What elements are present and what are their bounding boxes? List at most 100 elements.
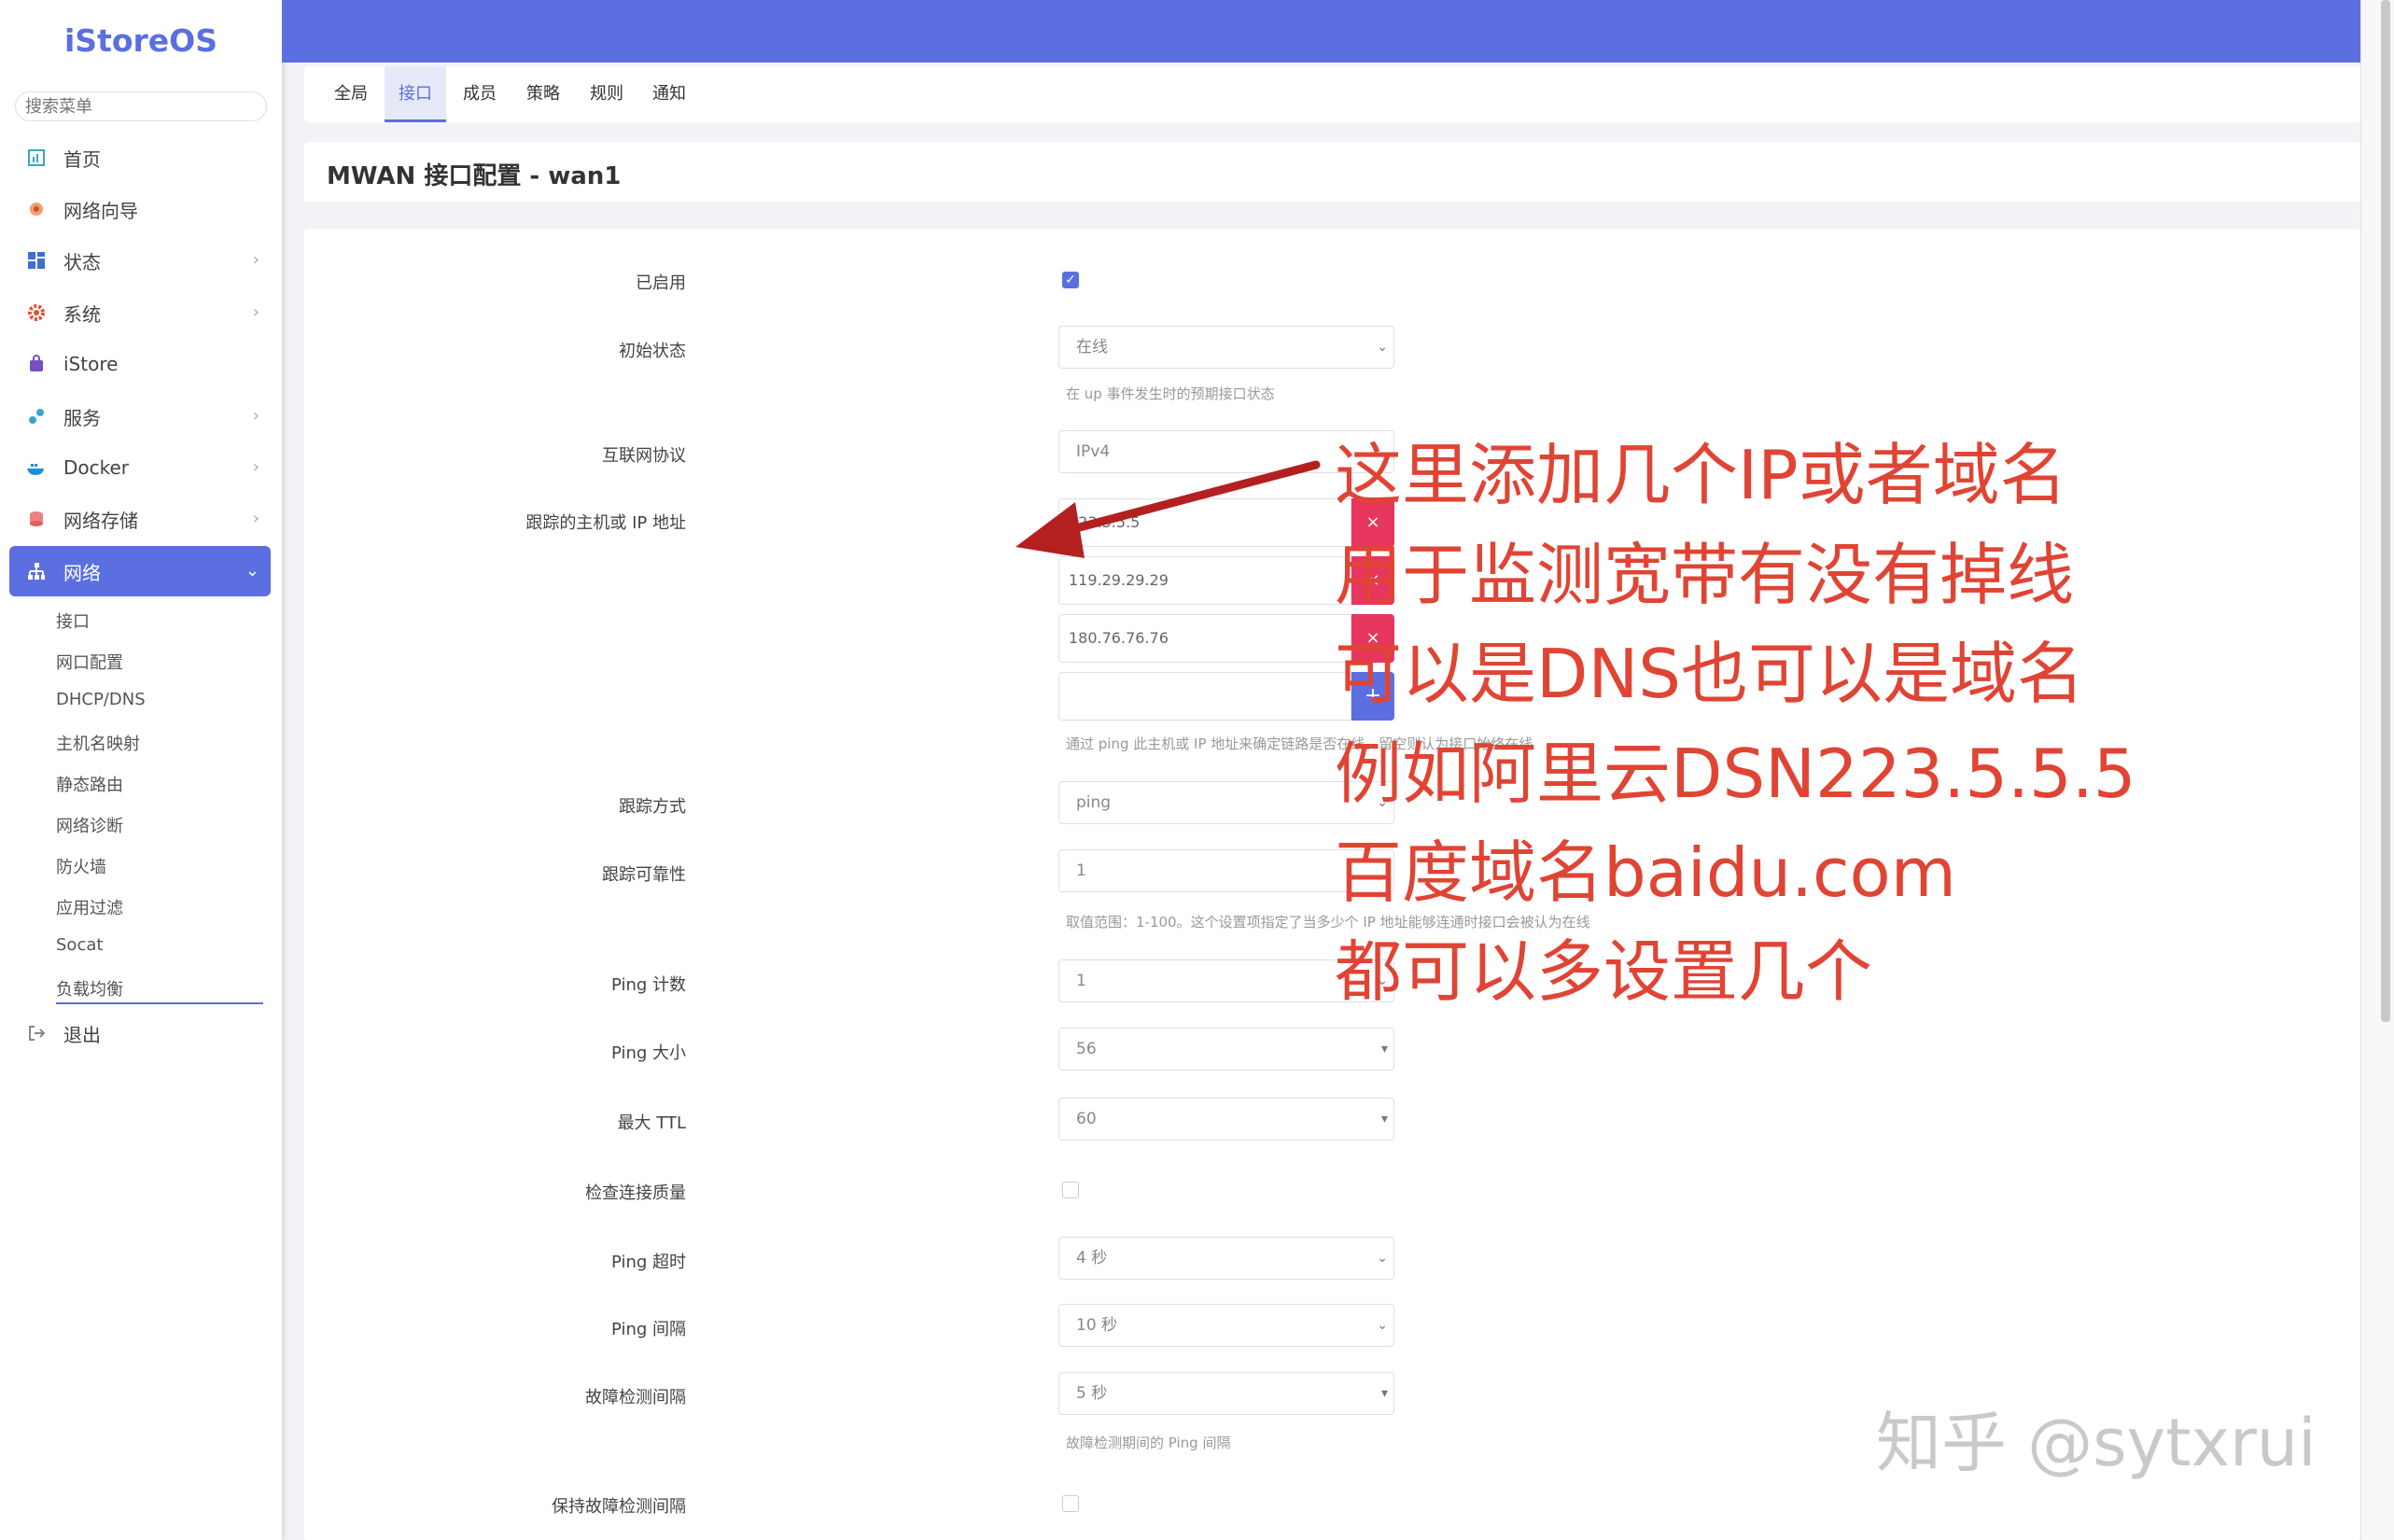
sidebar-item-label: Docker <box>63 456 130 479</box>
gear-icon <box>24 301 49 325</box>
sidebar-subitem-static-routes[interactable]: 静态路由 <box>56 772 123 796</box>
initial-state-value: 在线 <box>1076 338 1108 357</box>
title-card: MWAN 接口配置 - wan1 <box>304 142 2360 202</box>
track-ip-label: 跟踪的主机或 IP 地址 <box>525 513 686 533</box>
failure-interval-hint: 故障检测期间的 Ping 间隔 <box>1066 1435 1231 1451</box>
sidebar-subitem-hostnames[interactable]: 主机名映射 <box>56 731 140 755</box>
sidebar-item-home[interactable]: 首页 <box>9 133 271 183</box>
grid-icon <box>24 248 49 273</box>
ping-interval-label: Ping 间隔 <box>610 1320 686 1339</box>
sidebar-subitem-interfaces[interactable]: 接口 <box>56 609 90 633</box>
sidebar-subitem-diagnostics[interactable]: 网络诊断 <box>56 813 123 837</box>
initial-state-label: 初始状态 <box>619 342 686 361</box>
page-title: MWAN 接口配置 - wan1 <box>327 162 622 190</box>
watermark: 知乎 @sytxrui <box>1876 1405 2317 1481</box>
ping-interval-value: 10 秒 <box>1076 1316 1118 1335</box>
sidebar-item-network-wizard[interactable]: 网络向导 <box>9 184 271 234</box>
annotation-line-4: 例如阿里云DSN223.5.5.5 <box>1335 735 2136 813</box>
sidebar-subitem-load-balance[interactable]: 负载均衡 <box>56 976 123 1001</box>
track-method-label: 跟踪方式 <box>619 797 686 817</box>
sidebar-item-label: 状态 <box>63 250 101 273</box>
caret-down-icon: ▾ <box>1380 1042 1388 1057</box>
tab-policies[interactable]: 策略 <box>513 66 573 122</box>
chevron-right-icon: › <box>252 406 259 426</box>
sidebar-item-label: 网络 <box>63 561 101 584</box>
ping-timeout-value: 4 秒 <box>1076 1249 1108 1267</box>
enabled-label: 已启用 <box>636 273 686 293</box>
initial-state-select[interactable]: 在线 ⌄ <box>1058 326 1394 369</box>
initial-state-hint: 在 up 事件发生时的预期接口状态 <box>1066 385 1275 402</box>
sidebar-item-label: 首页 <box>63 147 101 171</box>
max-ttl-label: 最大 TTL <box>617 1113 686 1133</box>
check-quality-checkbox[interactable] <box>1062 1182 1079 1198</box>
sidebar-item-status[interactable]: 状态 › <box>9 235 271 286</box>
sidebar-subitem-socat[interactable]: Socat <box>56 935 103 955</box>
sidebar-subitem-dhcp-dns[interactable]: DHCP/DNS <box>56 690 146 709</box>
chevron-right-icon: › <box>252 457 259 477</box>
tab-interfaces[interactable]: 接口 <box>385 66 446 122</box>
tab-notifications[interactable]: 通知 <box>638 66 700 122</box>
ping-size-select[interactable]: 56 ▾ <box>1058 1028 1394 1071</box>
failure-interval-select[interactable]: 5 秒 ▾ <box>1058 1372 1394 1415</box>
store-icon <box>24 352 49 376</box>
sidebar-item-nas[interactable]: 网络存储 › <box>9 494 271 544</box>
sidebar-item-label: 网络存储 <box>63 509 138 532</box>
globe-icon <box>24 197 49 221</box>
keep-failure-interval-label: 保持故障检测间隔 <box>552 1497 686 1517</box>
scrollbar-thumb[interactable] <box>2381 0 2390 1022</box>
track-ip-input-new[interactable] <box>1058 672 1351 721</box>
ping-size-value: 56 <box>1076 1040 1097 1058</box>
annotation-arrow-icon <box>1015 460 1321 558</box>
ping-timeout-label: Ping 超时 <box>610 1253 686 1272</box>
sidebar-subitem-port-config[interactable]: 网口配置 <box>56 650 123 674</box>
docker-icon <box>24 455 49 480</box>
ping-count-value: 1 <box>1076 972 1086 990</box>
ping-size-label: Ping 大小 <box>610 1043 686 1063</box>
network-icon <box>24 559 49 583</box>
search-input[interactable] <box>15 91 267 121</box>
sidebar-item-label: 网络向导 <box>63 199 138 222</box>
chevron-down-icon: ⌄ <box>245 561 259 581</box>
puzzle-icon <box>24 404 49 428</box>
sidebar-item-istore[interactable]: iStore <box>9 339 271 389</box>
logout-icon <box>24 1021 49 1045</box>
storage-icon <box>24 507 49 531</box>
tab-members[interactable]: 成员 <box>452 66 508 122</box>
keep-failure-interval-checkbox[interactable] <box>1062 1495 1079 1512</box>
sidebar-item-label: iStore <box>63 353 119 375</box>
annotation-line-6: 都可以多设置几个 <box>1335 932 1873 1011</box>
sidebar-item-system[interactable]: 系统 › <box>9 287 271 338</box>
chevron-down-icon: ⌄ <box>1377 1318 1388 1333</box>
sidebar-item-label: 服务 <box>63 406 101 429</box>
ping-count-label: Ping 计数 <box>610 975 686 995</box>
sidebar-item-docker[interactable]: Docker › <box>9 442 271 493</box>
chevron-right-icon: › <box>252 302 259 322</box>
brand-logo[interactable]: iStoreOS <box>0 22 282 59</box>
ping-timeout-select[interactable]: 4 秒 ⌄ <box>1058 1237 1394 1280</box>
track-ip-input-3[interactable]: 180.76.76.76 <box>1058 614 1351 663</box>
tab-global[interactable]: 全局 <box>323 66 379 122</box>
active-subitem-underline <box>56 1002 263 1004</box>
dashboard-icon <box>24 146 49 170</box>
max-ttl-select[interactable]: 60 ▾ <box>1058 1098 1394 1141</box>
annotation-line-3: 可以是DNS也可以是域名 <box>1335 635 2085 713</box>
sidebar-item-services[interactable]: 服务 › <box>9 391 271 441</box>
chevron-down-icon: ⌄ <box>1377 1251 1388 1266</box>
annotation-line-1: 这里添加几个IP或者域名 <box>1335 436 2067 514</box>
header-bar <box>282 0 2360 63</box>
sidebar-item-network[interactable]: 网络 ⌄ <box>9 546 271 596</box>
chevron-down-icon: ⌄ <box>1377 340 1388 355</box>
sidebar-subitem-firewall[interactable]: 防火墙 <box>56 854 106 878</box>
sidebar-subitem-app-filter[interactable]: 应用过滤 <box>56 895 123 919</box>
failure-interval-value: 5 秒 <box>1076 1384 1108 1403</box>
enabled-checkbox[interactable]: ✓ <box>1062 272 1079 288</box>
reliability-label: 跟踪可靠性 <box>602 865 686 885</box>
annotation-line-5: 百度域名baidu.com <box>1335 833 1956 912</box>
sidebar: iStoreOS 首页 网络向导 状态 › 系统 › iStore <box>0 0 282 1540</box>
track-method-value: ping <box>1076 793 1112 812</box>
sidebar-item-logout[interactable]: 退出 <box>9 1008 271 1058</box>
failure-interval-label: 故障检测间隔 <box>585 1388 686 1407</box>
tab-rules[interactable]: 规则 <box>577 66 637 122</box>
ping-interval-select[interactable]: 10 秒 ⌄ <box>1058 1304 1394 1347</box>
annotation-line-2: 用于监测宽带有没有掉线 <box>1335 536 2075 614</box>
